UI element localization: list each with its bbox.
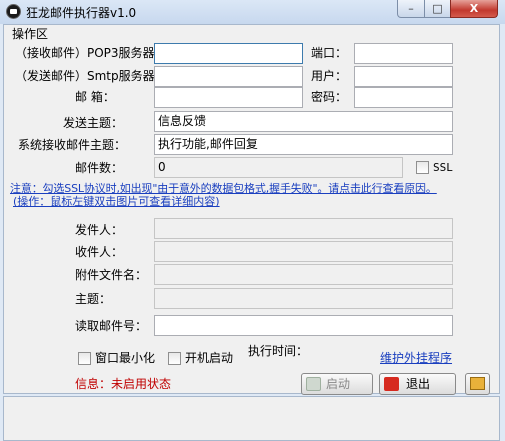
close-button[interactable]: X bbox=[450, 0, 498, 18]
main-panel: 操作区 （接收邮件）POP3服务器： 端口： （发送邮件）Smtp服务器： 用户… bbox=[3, 24, 500, 395]
smtp-label: （发送邮件）Smtp服务器： bbox=[15, 69, 167, 83]
sys-subject-input[interactable]: 执行功能,邮件回复 bbox=[154, 134, 453, 155]
password-input[interactable] bbox=[354, 87, 453, 108]
read-mail-input[interactable] bbox=[154, 315, 453, 336]
minimize-checkbox[interactable] bbox=[78, 352, 91, 365]
sender-label: 发件人： bbox=[75, 223, 124, 237]
autostart-checkbox[interactable] bbox=[168, 352, 181, 365]
exit-button-label: 退出 bbox=[406, 377, 431, 391]
start-button[interactable]: 启动 bbox=[301, 373, 373, 395]
smtp-input[interactable] bbox=[154, 66, 303, 87]
help-button[interactable] bbox=[465, 373, 490, 395]
sys-subject-label: 系统接收邮件主题： bbox=[18, 138, 127, 152]
subject-label: 主题： bbox=[75, 292, 112, 306]
exec-time-label: 执行时间： bbox=[248, 344, 309, 358]
subject-field bbox=[154, 288, 453, 309]
user-label: 用户： bbox=[311, 69, 348, 83]
attachment-field bbox=[154, 264, 453, 285]
status-text: 信息：未启用状态 bbox=[75, 377, 172, 391]
doubleclick-hint: (操作：鼠标左键双击图片可查看详细内容) bbox=[13, 195, 220, 208]
send-subject-input[interactable]: 信息反馈 bbox=[154, 111, 453, 132]
window-title: 狂龙邮件执行器v1.0 bbox=[26, 6, 137, 20]
attachment-label: 附件文件名： bbox=[75, 268, 148, 282]
port-label: 端口： bbox=[311, 46, 348, 60]
email-input[interactable] bbox=[154, 87, 303, 108]
read-mail-label: 读取邮件号： bbox=[75, 319, 148, 333]
recipient-field bbox=[154, 241, 453, 262]
pop3-label: （接收邮件）POP3服务器： bbox=[15, 46, 167, 60]
sender-field bbox=[154, 218, 453, 239]
exit-icon bbox=[384, 377, 399, 391]
book-icon bbox=[470, 377, 485, 390]
pop3-input[interactable] bbox=[154, 43, 303, 64]
autostart-label: 开机启动 bbox=[185, 351, 234, 365]
app-icon bbox=[6, 4, 21, 19]
minimize-button[interactable]: – bbox=[397, 0, 425, 18]
mail-count-label: 邮件数： bbox=[75, 161, 124, 175]
mail-count-field: 0 bbox=[154, 157, 403, 178]
group-title: 操作区 bbox=[12, 27, 49, 41]
log-area bbox=[3, 396, 500, 441]
port-input[interactable] bbox=[354, 43, 453, 64]
email-label: 邮 箱： bbox=[75, 90, 115, 104]
recipient-label: 收件人： bbox=[75, 245, 124, 259]
minimize-label: 窗口最小化 bbox=[95, 351, 156, 365]
start-icon bbox=[306, 377, 321, 391]
ssl-label: SSL bbox=[433, 161, 453, 174]
ssl-checkbox[interactable] bbox=[416, 161, 429, 174]
password-label: 密码： bbox=[311, 90, 348, 104]
exit-button[interactable]: 退出 bbox=[379, 373, 456, 395]
title-bar: 狂龙邮件执行器v1.0 – □ X bbox=[0, 0, 505, 24]
start-button-label: 启动 bbox=[326, 377, 351, 391]
user-input[interactable] bbox=[354, 66, 453, 87]
send-subject-label: 发送主题： bbox=[63, 116, 124, 130]
maintain-link[interactable]: 维护外挂程序 bbox=[380, 350, 452, 366]
maximize-button[interactable]: □ bbox=[424, 0, 451, 18]
